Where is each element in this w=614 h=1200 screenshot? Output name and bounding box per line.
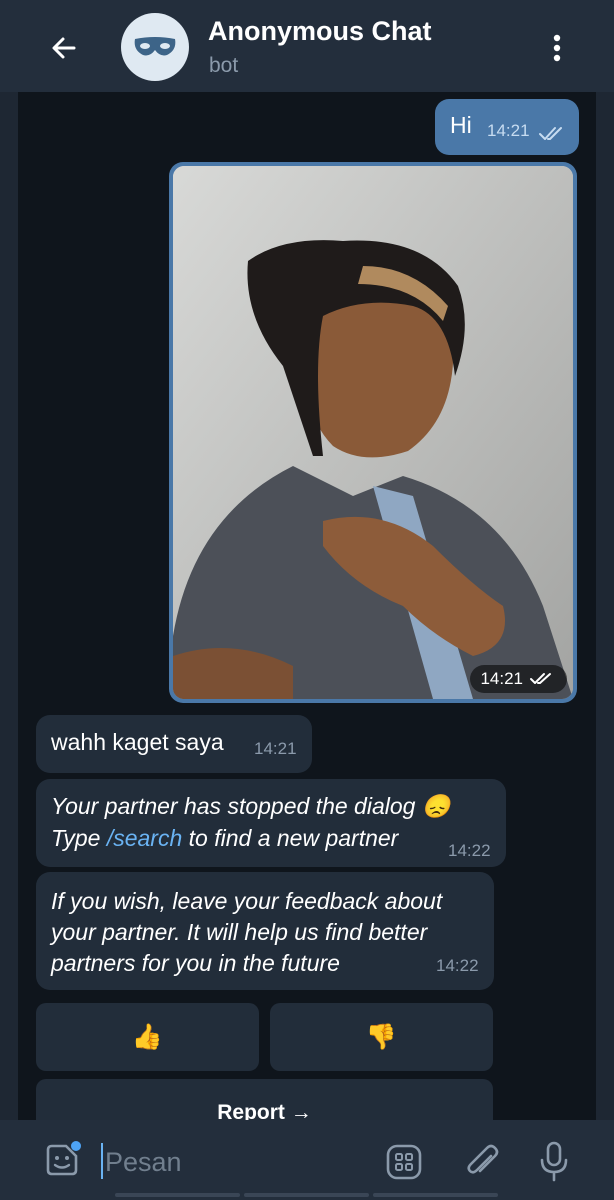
- double-check-icon: [539, 127, 562, 140]
- back-button[interactable]: [44, 28, 84, 68]
- incoming-message[interactable]: Your partner has stopped the dialog 😞 Ty…: [36, 779, 506, 867]
- dislike-button[interactable]: 👎: [270, 1003, 493, 1071]
- disappointed-emoji: 😞: [421, 793, 451, 819]
- gesture-bar: [373, 1193, 498, 1197]
- voice-message-button[interactable]: [534, 1138, 574, 1184]
- message-text: Type /search to find a new partner: [51, 823, 398, 854]
- chat-subtitle: bot: [209, 54, 239, 77]
- chat-title[interactable]: Anonymous Chat: [208, 16, 432, 47]
- message-line: your partner. It will help us find bette…: [51, 919, 428, 945]
- message-line: to find a new partner: [182, 825, 399, 851]
- message-input-bar: [0, 1120, 614, 1200]
- more-vertical-icon: [553, 34, 561, 62]
- text-cursor: [101, 1143, 103, 1179]
- like-button[interactable]: 👍: [36, 1003, 259, 1071]
- message-time: 14:21: [487, 121, 530, 140]
- double-check-icon: [530, 673, 551, 684]
- message-line: If you wish, leave your feedback about: [51, 888, 443, 914]
- photo-time-badge: 14:21: [470, 665, 567, 693]
- message-text: Your partner has stopped the dialog 😞: [51, 791, 450, 822]
- message-text: wahh kaget saya: [51, 729, 224, 755]
- bot-avatar[interactable]: [121, 13, 189, 81]
- paperclip-icon: [467, 1144, 499, 1174]
- gesture-bar: [244, 1193, 369, 1197]
- outgoing-message[interactable]: Hi 14:21: [435, 99, 579, 155]
- message-time: 14:22: [448, 841, 491, 860]
- mask-icon: [134, 37, 176, 56]
- message-line: partners for you in the future: [51, 950, 340, 976]
- report-button-label: Report →: [217, 1101, 312, 1120]
- thumbs-down-icon: 👎: [365, 1022, 398, 1051]
- message-time: 14:21: [480, 669, 523, 688]
- incoming-message[interactable]: If you wish, leave your feedback about y…: [36, 872, 494, 990]
- search-command-link[interactable]: /search: [107, 825, 182, 851]
- chat-header: Anonymous Chat bot: [0, 0, 614, 92]
- sticker-button[interactable]: [40, 1138, 84, 1182]
- message-line: Your partner has stopped the dialog: [51, 793, 416, 819]
- message-time: 14:22: [436, 956, 479, 975]
- sticker-icon: [46, 1141, 81, 1176]
- attach-button[interactable]: [460, 1140, 504, 1184]
- arrow-left-icon: [52, 37, 76, 59]
- chat-area[interactable]: Hi 14:21 14:21 wahh kaget saya 14:21 You…: [18, 92, 596, 1120]
- photo[interactable]: [173, 166, 573, 699]
- message-time: 14:21: [254, 739, 297, 758]
- message-input[interactable]: Pesan: [105, 1147, 182, 1178]
- more-options-button[interactable]: [540, 28, 574, 68]
- message-line: Type: [51, 825, 107, 851]
- gesture-bar: [115, 1193, 240, 1197]
- message-text: Hi: [450, 112, 472, 138]
- bot-commands-button[interactable]: [382, 1142, 426, 1182]
- outgoing-photo-message[interactable]: 14:21: [169, 162, 577, 703]
- report-button[interactable]: Report →: [36, 1079, 493, 1120]
- incoming-message[interactable]: wahh kaget saya 14:21: [36, 715, 312, 773]
- thumbs-up-icon: 👍: [131, 1022, 164, 1051]
- microphone-icon: [540, 1141, 568, 1182]
- bot-commands-icon: [386, 1144, 422, 1180]
- photo-image: [173, 166, 573, 699]
